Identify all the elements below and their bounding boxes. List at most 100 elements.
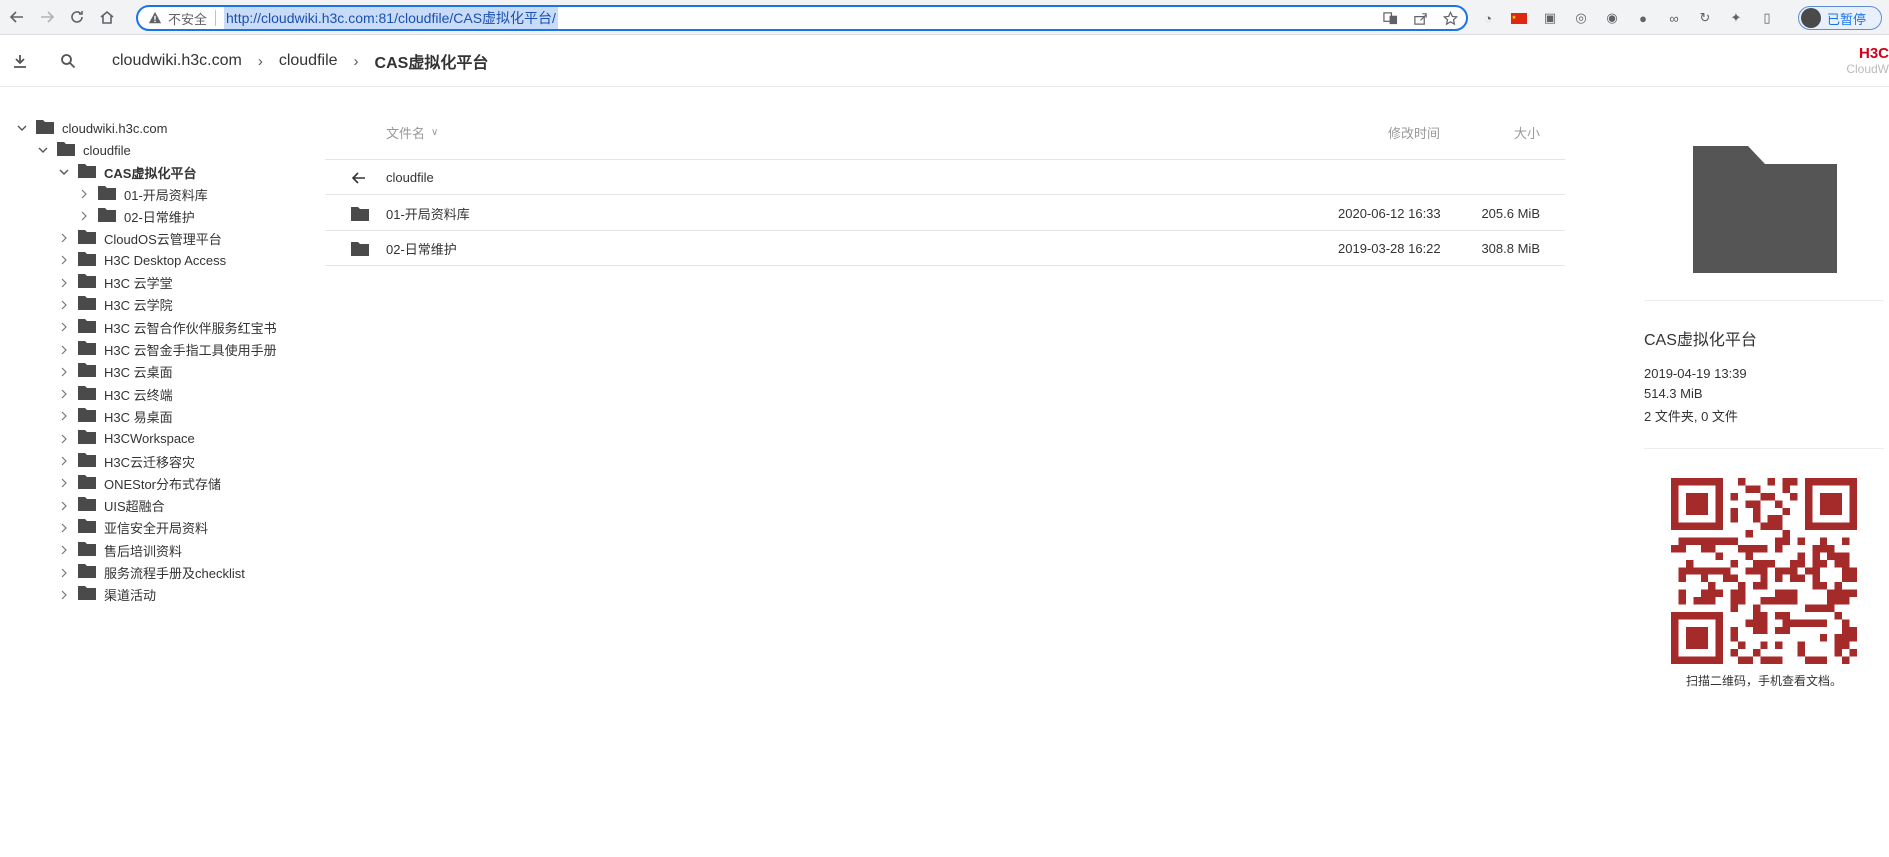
tree-node-sibling[interactable]: H3C 云桌面 (58, 361, 173, 383)
file-row[interactable]: 01-开局资料库 2020-06-12 16:33 205.6 MiB (325, 196, 1565, 231)
chevron-down-icon: ∨ (431, 126, 439, 138)
loop-extension-icon[interactable]: ↻ (1695, 8, 1715, 28)
tree-node-sibling[interactable]: H3C 云终端 (58, 383, 173, 405)
folder-icon (78, 564, 104, 581)
chevron-right-icon[interactable] (58, 232, 70, 244)
chevron-right-icon: › (257, 52, 263, 70)
chevron-right-icon[interactable] (58, 254, 70, 266)
tree-node-label: 01-开局资料库 (124, 187, 208, 203)
profile-paused-button[interactable]: 已暂停 (1798, 6, 1882, 30)
tree-node-sibling[interactable]: 服务流程手册及checklist (58, 562, 245, 584)
url-text[interactable]: http://cloudwiki.h3c.com:81/cloudfile/CA… (224, 7, 558, 29)
tree-node-label: H3CWorkspace (104, 431, 195, 447)
tree-node-sibling[interactable]: H3CWorkspace (58, 428, 195, 450)
chevron-right-icon[interactable] (58, 321, 70, 333)
file-size: 308.8 MiB (1481, 240, 1540, 256)
tree-node-sibling[interactable]: H3C 云智金手指工具使用手册 (58, 339, 277, 361)
folder-icon (78, 385, 104, 403)
column-modified-label: 修改时间 (1388, 125, 1441, 141)
tree-node-label: CAS虚拟化平台 (104, 165, 197, 181)
tree-node-sibling[interactable]: UIS超融合 (58, 495, 165, 517)
chevron-right-icon[interactable] (58, 366, 70, 378)
pause-label: 已暂停 (1827, 11, 1867, 27)
sidepanel-icon[interactable]: ▯ (1757, 8, 1777, 28)
chevron-right-icon[interactable] (58, 277, 70, 289)
qr-code-icon (1671, 478, 1857, 664)
chevron-right-icon[interactable] (78, 188, 90, 200)
chevron-right-icon[interactable] (58, 299, 70, 311)
tree-node-label: UIS超融合 (104, 499, 165, 515)
tree-node-label: 02-日常维护 (124, 209, 195, 225)
badge-extension-icon[interactable]: ▣ (1540, 8, 1560, 28)
camera-extension-icon[interactable]: ◉ (1602, 8, 1622, 28)
tree-node-sibling[interactable]: 亚信安全开局资料 (58, 517, 208, 539)
cookie-extension-icon[interactable]: ● (1633, 8, 1653, 28)
tree-node-sibling[interactable]: ONEStor分布式存储 (58, 472, 221, 494)
tree-node-cloudfile[interactable]: cloudfile (37, 139, 131, 161)
brand-logo: H3C CloudW (1846, 45, 1889, 76)
panel-counts: 2 文件夹, 0 文件 (1644, 409, 1738, 424)
glasses-extension-icon[interactable]: ∞ (1664, 8, 1684, 28)
chevron-right-icon[interactable] (58, 455, 70, 467)
tree-node-root[interactable]: cloudwiki.h3c.com (16, 117, 168, 139)
tree-node-label: H3C 易桌面 (104, 409, 173, 425)
share-icon[interactable] (1412, 10, 1428, 26)
back-icon[interactable] (4, 4, 30, 30)
chevron-right-icon[interactable] (58, 522, 70, 534)
address-bar[interactable]: 不安全 http://cloudwiki.h3c.com:81/cloudfil… (136, 5, 1468, 31)
tree-node-sibling[interactable]: H3C 云智合作伙伴服务红宝书 (58, 316, 277, 338)
chevron-right-icon[interactable] (58, 388, 70, 400)
file-modified: 2020-06-12 16:33 (1338, 205, 1441, 221)
column-header-name[interactable]: 文件名 ∨ (386, 120, 438, 144)
breadcrumb-item-cloudfile[interactable]: cloudfile (279, 52, 338, 70)
home-icon[interactable] (94, 4, 120, 30)
chevron-right-icon[interactable] (58, 589, 70, 601)
download-icon[interactable] (10, 51, 30, 71)
china-flag-extension-icon[interactable] (1509, 8, 1529, 28)
circle-extension-icon[interactable]: ◎ (1571, 8, 1591, 28)
column-header-size[interactable]: 大小 (1514, 120, 1540, 144)
tree-node-label: H3C 云智金手指工具使用手册 (104, 343, 277, 358)
tree-node-sibling[interactable]: H3C Desktop Access (58, 249, 226, 271)
folder-icon (78, 318, 104, 336)
panel-size: 514.3 MiB (1644, 386, 1703, 401)
tree-node-sibling[interactable]: H3C 云学院 (58, 294, 173, 316)
tree-node-current[interactable]: CAS虚拟化平台 (58, 161, 196, 183)
chevron-right-icon[interactable] (58, 567, 70, 579)
chevron-right-icon[interactable] (58, 544, 70, 556)
tree-node-sibling[interactable]: CloudOS云管理平台 (58, 227, 222, 249)
tree-node-child[interactable]: 02-日常维护 (78, 205, 195, 227)
security-indicator[interactable]: 不安全 (148, 9, 207, 28)
chevron-right-icon[interactable] (58, 344, 70, 356)
tree-node-sibling[interactable]: H3C云迁移容灾 (58, 450, 195, 472)
tree-node-child[interactable]: 01-开局资料库 (78, 183, 208, 205)
chevron-right-icon[interactable] (58, 433, 70, 445)
parent-folder-row[interactable]: cloudfile (325, 160, 1565, 195)
puzzle-extensions-icon[interactable]: ✦ (1726, 8, 1746, 28)
chevron-right-icon[interactable] (58, 410, 70, 422)
bookmark-star-icon[interactable] (1442, 10, 1458, 26)
tree-node-sibling[interactable]: 售后培训资料 (58, 539, 182, 561)
chevron-down-icon[interactable] (16, 122, 28, 134)
forward-icon[interactable] (34, 4, 60, 30)
chevron-right-icon[interactable] (58, 477, 70, 489)
chevron-down-icon[interactable] (37, 144, 49, 156)
column-header-modified[interactable]: 修改时间 (1388, 120, 1440, 144)
tree-node-sibling[interactable]: H3C 云学堂 (58, 272, 173, 294)
tree-node-sibling[interactable]: 渠道活动 (58, 584, 156, 606)
folder-icon (78, 452, 104, 470)
tree-node-sibling[interactable]: H3C 易桌面 (58, 405, 173, 427)
folder-icon (78, 519, 104, 536)
chevron-right-icon[interactable] (78, 210, 90, 222)
translate-icon[interactable] (1382, 10, 1398, 26)
panel-title: CAS虚拟化平台 (1644, 332, 1757, 349)
reload-icon[interactable] (64, 4, 90, 30)
chevron-right-icon[interactable] (58, 500, 70, 512)
breadcrumb-item-host[interactable]: cloudwiki.h3c.com (112, 52, 242, 70)
chevron-down-icon[interactable] (58, 166, 70, 178)
speed-extension-icon[interactable]: ◔ (1478, 8, 1498, 28)
chevron-right-icon: › (353, 52, 359, 70)
folder-icon (98, 207, 124, 225)
file-row[interactable]: 02-日常维护 2019-03-28 16:22 308.8 MiB (325, 231, 1565, 266)
search-icon[interactable] (58, 51, 78, 71)
